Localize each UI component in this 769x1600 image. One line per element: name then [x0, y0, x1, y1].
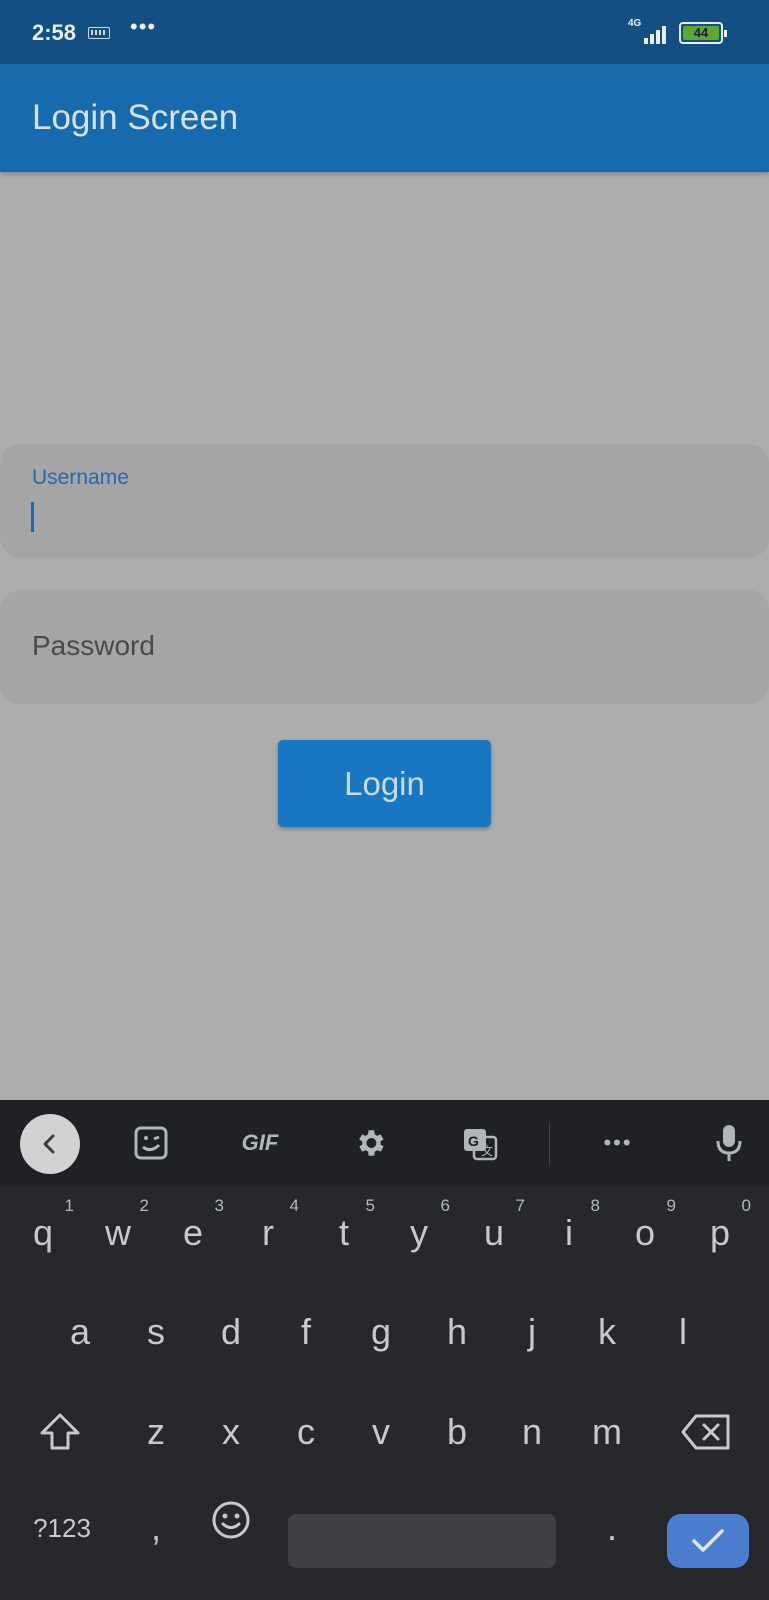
space-key[interactable]	[288, 1514, 556, 1568]
microphone-icon	[716, 1125, 742, 1161]
key-w[interactable]: w2	[83, 1193, 153, 1273]
comma-key[interactable]: ,	[121, 1488, 191, 1568]
status-time: 2:58	[32, 20, 77, 45]
emoji-key[interactable]	[196, 1480, 266, 1560]
done-key[interactable]	[667, 1514, 749, 1568]
soft-keyboard: GIF G文 ••• q1 w2 e3 r4 t5 y6 u7 i8 o9 p0…	[0, 1100, 769, 1600]
key-t[interactable]: t5	[309, 1193, 379, 1273]
keyboard-toolbar: GIF G文 •••	[0, 1100, 769, 1186]
key-q[interactable]: q1	[8, 1193, 78, 1273]
shift-icon	[40, 1413, 80, 1450]
period-key[interactable]: .	[577, 1488, 647, 1568]
page-title: Login Screen	[32, 98, 239, 137]
key-l[interactable]: l	[648, 1292, 718, 1372]
battery-icon: 44	[679, 22, 727, 44]
password-placeholder: Password	[32, 630, 155, 661]
status-bar: 2:58 ••• 4G 44	[0, 0, 769, 64]
chevron-left-icon	[43, 1134, 55, 1154]
toolbar-divider	[549, 1122, 550, 1166]
key-x[interactable]: x	[196, 1392, 266, 1472]
sticker-button[interactable]	[121, 1118, 181, 1168]
keyboard-indicator-icon	[88, 27, 110, 39]
translate-button[interactable]: G文	[450, 1118, 510, 1168]
key-r[interactable]: r4	[233, 1193, 303, 1273]
key-e[interactable]: e3	[158, 1193, 228, 1273]
key-g[interactable]: g	[346, 1292, 416, 1372]
settings-button[interactable]	[340, 1118, 400, 1168]
shift-key[interactable]	[25, 1392, 95, 1472]
signal-icon	[640, 22, 670, 44]
collapse-toolbar-button[interactable]	[20, 1114, 80, 1174]
key-n[interactable]: n	[497, 1392, 567, 1472]
backspace-key[interactable]	[671, 1392, 741, 1472]
sticker-icon	[134, 1126, 168, 1160]
key-a[interactable]: a	[45, 1292, 115, 1372]
gif-button[interactable]: GIF	[230, 1118, 290, 1168]
key-o[interactable]: o9	[610, 1193, 680, 1273]
username-label: Username	[32, 466, 129, 489]
key-v[interactable]: v	[346, 1392, 416, 1472]
key-b[interactable]: b	[422, 1392, 492, 1472]
key-p[interactable]: p0	[685, 1193, 755, 1273]
voice-input-button[interactable]	[699, 1118, 759, 1168]
symbols-key[interactable]: ?123	[22, 1488, 102, 1568]
text-cursor	[31, 502, 34, 532]
key-y[interactable]: y6	[384, 1193, 454, 1273]
key-s[interactable]: s	[121, 1292, 191, 1372]
key-m[interactable]: m	[572, 1392, 642, 1472]
username-field[interactable]: Username	[0, 444, 769, 558]
login-button[interactable]: Login	[278, 740, 491, 827]
more-notifications-icon: •••	[130, 14, 157, 39]
password-field[interactable]: Password	[0, 590, 769, 704]
key-k[interactable]: k	[572, 1292, 642, 1372]
battery-level: 44	[683, 26, 719, 40]
checkmark-icon	[692, 1529, 724, 1552]
backspace-icon	[681, 1414, 730, 1450]
key-f[interactable]: f	[271, 1292, 341, 1372]
gear-icon	[359, 1130, 384, 1156]
svg-text:文: 文	[481, 1143, 493, 1158]
key-c[interactable]: c	[271, 1392, 341, 1472]
key-j[interactable]: j	[497, 1292, 567, 1372]
key-h[interactable]: h	[422, 1292, 492, 1372]
key-u[interactable]: u7	[459, 1193, 529, 1273]
key-z[interactable]: z	[121, 1392, 191, 1472]
key-i[interactable]: i8	[534, 1193, 604, 1273]
translate-icon: G文	[464, 1129, 498, 1161]
app-bar: Login Screen	[0, 64, 769, 172]
emoji-icon	[212, 1501, 250, 1539]
more-options-icon[interactable]: •••	[588, 1118, 648, 1168]
key-d[interactable]: d	[196, 1292, 266, 1372]
svg-text:G: G	[468, 1133, 479, 1149]
